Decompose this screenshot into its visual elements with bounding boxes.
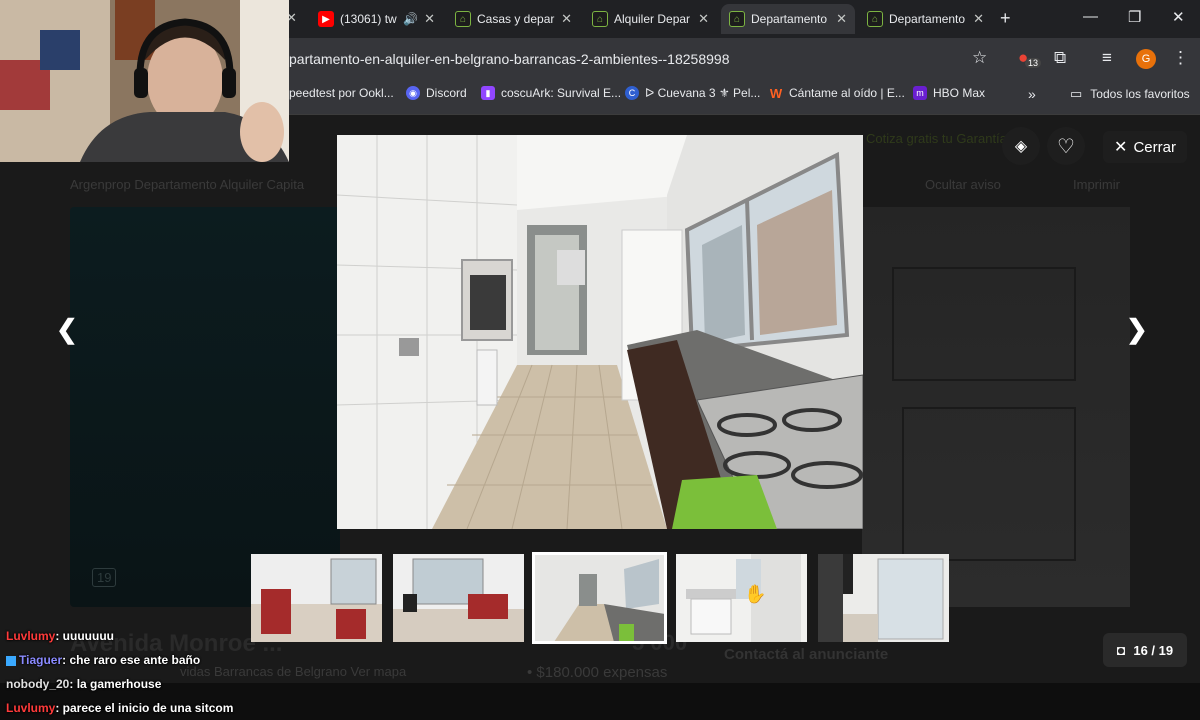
thumbnail[interactable] [818,554,949,642]
next-photo-arrow[interactable]: ❯ [1126,314,1148,345]
audio-icon[interactable]: 🔊 [403,12,418,26]
tab-alquiler[interactable]: ⌂ Alquiler Depar ✕ [584,4,717,34]
listing-expensas: • $180.000 expensas [527,664,668,681]
chat-text: : uuuuuuu [55,629,114,643]
window-close-icon[interactable]: ✕ [1172,8,1185,26]
argenprop-icon: ⌂ [455,11,471,27]
bookmark-hbomax[interactable]: m HBO Max [913,86,985,100]
hide-eye-button[interactable]: ◈ [1002,127,1040,165]
minimize-icon[interactable]: — [1083,8,1098,25]
tab-title: (13061) tw [340,12,397,26]
new-tab-button[interactable]: + [1000,8,1011,29]
favorite-button[interactable]: ♡ [1047,127,1085,165]
cuevana-icon: C [625,86,639,100]
heart-icon: ♡ [1057,135,1075,158]
hbomax-icon: m [913,86,927,100]
photo-count-badge: 19 [92,568,117,587]
extension-badge: 13 [1025,58,1042,68]
youtube-icon: ▶ [318,11,334,27]
stream-chat: Luvlumy: uuuuuuu Tiaguer: che raro ese a… [0,625,460,720]
bookmark-label: Cántame al oído | E... [789,86,905,100]
media-control-icon[interactable]: ≡ [1102,48,1112,68]
bookmark-star-icon[interactable]: ☆ [972,48,987,68]
breadcrumb: Argenprop Departamento Alquiler Capita [70,177,305,192]
chat-username: Luvlumy [6,701,56,715]
argenprop-icon: ⌂ [592,11,608,27]
discord-icon: ◉ [406,86,420,100]
tab-close-icon[interactable]: ✕ [424,11,435,27]
photo-counter-text: 16 / 19 [1133,642,1174,658]
close-label: Cerrar [1133,138,1176,156]
profile-avatar[interactable]: G [1136,49,1156,69]
cotiza-banner: Cotiza gratis tu Garantía [866,131,1007,146]
chat-message: nobody_20: la gamerhouse [6,677,161,691]
tab-title: Departamento [889,12,966,26]
url-field[interactable]: partamento-en-alquiler-en-belgrano-barra… [289,51,729,67]
tab-departamento-active[interactable]: ⌂ Departamento ✕ [721,4,855,34]
chat-message: Luvlumy: parece el inicio de una sitcom [6,701,233,715]
restore-icon[interactable]: ❐ [1128,8,1141,26]
hide-listing-link: Ocultar aviso [925,177,1001,192]
all-bookmarks-label: Todos los favoritos [1090,87,1190,101]
bookmark-discord[interactable]: ◉ Discord [406,86,467,100]
hand-cursor-icon: ✋ [744,584,767,604]
all-bookmarks[interactable]: ▭ Todos los favoritos [1070,86,1190,102]
subscriber-badge-icon [6,655,16,666]
chat-text: : la gamerhouse [69,677,162,691]
chat-text: : parece el inicio de una sitcom [55,701,234,715]
chat-username: Tiaguer [19,653,63,667]
tab-casas[interactable]: ⌂ Casas y depar ✕ [447,4,580,34]
argenprop-icon: ⌂ [729,11,745,27]
tab-title: Departamento [751,12,828,26]
thumbnail-active[interactable] [532,552,667,644]
tab-close-icon[interactable]: ✕ [836,11,847,27]
previous-photo-arrow[interactable]: ❮ [56,314,78,345]
chat-text: : che raro ese ante baño [62,653,201,667]
bookmark-speedtest[interactable]: peedtest por Ookl... [289,86,394,100]
background-photo-right [862,207,1130,607]
bookmark-label: Discord [426,86,467,100]
tab-close-icon[interactable]: ✕ [561,11,572,27]
menu-kebab-icon[interactable]: ⋮ [1172,48,1189,68]
tab-departamento[interactable]: ⌂ Departamento ✕ [859,4,992,34]
wattpad-icon: W [769,85,783,101]
gallery-main-photo [337,135,863,529]
bookmark-label: peedtest por Ookl... [289,86,394,100]
bookmark-label: HBO Max [933,86,986,100]
photo-counter: ◘ 16 / 19 [1103,633,1187,667]
print-link: Imprimir [1073,177,1120,192]
tab-title: Alquiler Depar [614,12,691,26]
tab-close-icon[interactable]: ✕ [698,11,709,27]
bookmark-wattpad[interactable]: W Cántame al oído | E... [769,85,905,101]
chat-message: Tiaguer: che raro ese ante baño [6,653,200,667]
argenprop-icon: ⌂ [867,11,883,27]
more-bookmarks-icon[interactable]: » [1028,86,1036,102]
chat-message: Luvlumy: uuuuuuu [6,629,114,643]
bookmark-twitch[interactable]: ▮ coscuArk: Survival E... [481,86,621,100]
folder-icon: ▭ [1070,86,1083,101]
bookmark-cuevana[interactable]: C ᐅ Cuevana 3 ⚜ Pel... [625,86,760,100]
chat-username: Luvlumy [6,629,56,643]
chat-username: nobody_20 [6,677,70,691]
bookmark-label: coscuArk: Survival E... [501,86,622,100]
extensions-puzzle-icon[interactable]: ⧉ [1054,48,1066,68]
eye-off-icon: ◈ [1014,138,1028,155]
close-icon: ✕ [1114,139,1128,156]
thumbnail[interactable] [676,554,807,642]
tab-close-icon[interactable]: ✕ [973,11,984,27]
bookmark-label: ᐅ Cuevana 3 ⚜ Pel... [645,86,761,100]
camera-icon: ◘ [1116,642,1126,658]
contact-heading: Contactá al anunciante [724,646,889,663]
background-photo-left [70,207,340,607]
tab-title: Casas y depar [477,12,555,26]
webcam-overlay [0,0,289,162]
twitch-icon: ▮ [481,86,495,100]
tab-youtube[interactable]: ▶ (13061) tw 🔊 ✕ [310,4,443,34]
close-gallery-button[interactable]: ✕ Cerrar [1103,131,1187,163]
